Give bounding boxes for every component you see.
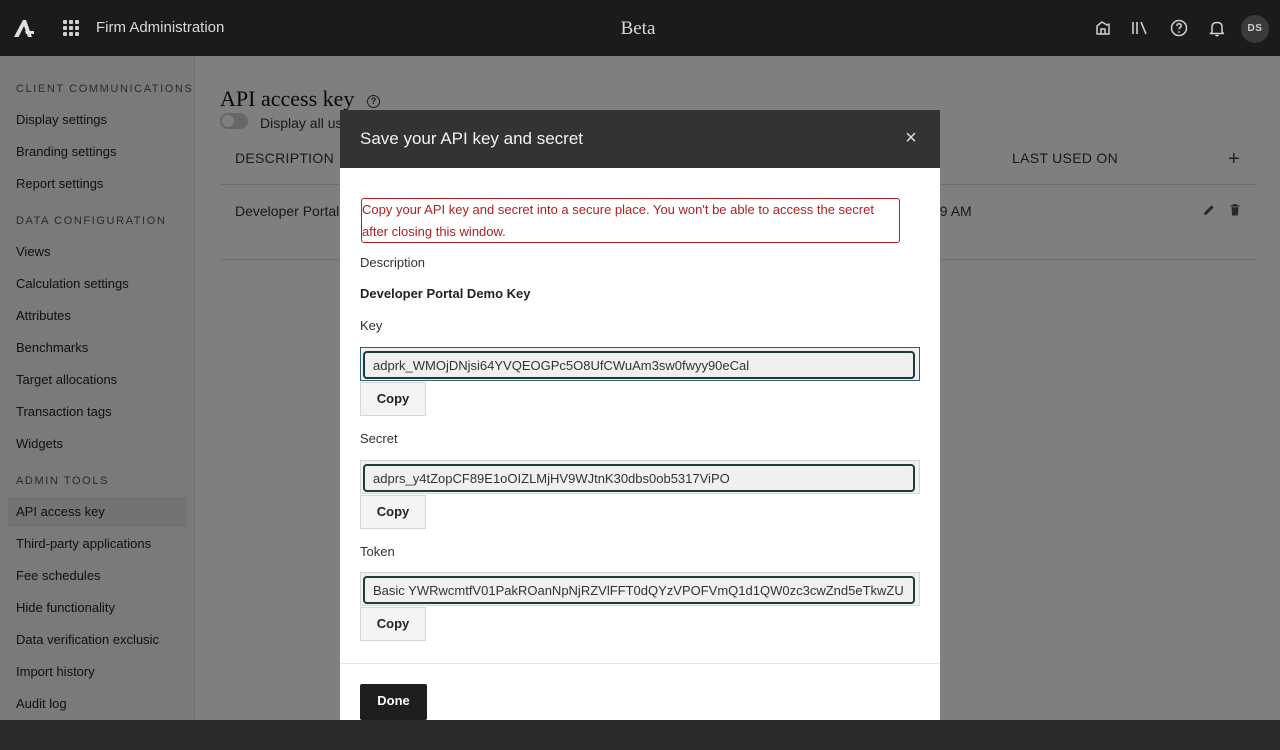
key-label: Key bbox=[360, 318, 383, 333]
token-input[interactable] bbox=[363, 576, 915, 604]
app-title: Firm Administration bbox=[96, 19, 225, 36]
beta-label: Beta bbox=[620, 18, 656, 39]
help-icon[interactable] bbox=[1169, 18, 1189, 38]
bottom-band bbox=[0, 720, 1280, 750]
api-key-modal: Save your API key and secret × Copy your… bbox=[340, 110, 940, 720]
warning-line-1: Copy your API key and secret into a secu… bbox=[362, 202, 874, 217]
avatar[interactable]: DS bbox=[1241, 15, 1269, 43]
key-field-wrapper bbox=[360, 347, 920, 381]
warning-message: Copy your API key and secret into a secu… bbox=[361, 198, 900, 243]
warning-line-2: after closing this window. bbox=[362, 224, 506, 239]
secret-label: Secret bbox=[360, 431, 398, 446]
close-icon[interactable]: × bbox=[901, 127, 921, 149]
description-value: Developer Portal Demo Key bbox=[360, 286, 531, 301]
description-label: Description bbox=[360, 255, 426, 270]
library-icon[interactable] bbox=[1130, 18, 1150, 38]
modal-header: Save your API key and secret × bbox=[340, 110, 940, 168]
copy-token-button[interactable]: Copy bbox=[360, 607, 426, 641]
bell-icon[interactable] bbox=[1207, 18, 1227, 38]
chart-icon[interactable] bbox=[1093, 18, 1113, 38]
secret-input[interactable] bbox=[363, 464, 915, 492]
token-label: Token bbox=[360, 544, 395, 559]
secret-field-wrapper bbox=[360, 460, 920, 494]
token-field-wrapper bbox=[360, 572, 920, 606]
modal-divider bbox=[340, 663, 940, 664]
app-grid-icon[interactable] bbox=[63, 20, 79, 36]
copy-secret-button[interactable]: Copy bbox=[360, 495, 426, 529]
top-bar: Firm Administration Beta DS bbox=[0, 0, 1280, 56]
logo-icon[interactable] bbox=[12, 17, 36, 39]
done-button[interactable]: Done bbox=[360, 684, 427, 720]
modal-title: Save your API key and secret bbox=[360, 129, 584, 148]
copy-key-button[interactable]: Copy bbox=[360, 382, 426, 416]
key-input[interactable] bbox=[363, 351, 915, 379]
